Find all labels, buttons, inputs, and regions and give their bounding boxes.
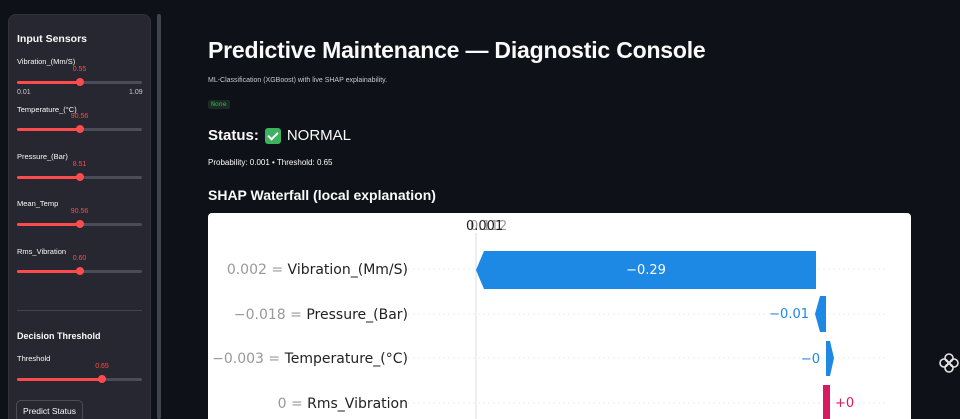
probability-line: Probability: 0.001 • Threshold: 0.65: [208, 158, 333, 167]
none-badge: None: [208, 100, 230, 109]
slider-temperature[interactable]: 90.56: [17, 113, 142, 135]
slider-label-temperature: Temperature_(°C): [17, 105, 77, 114]
slider-thumb[interactable]: [75, 125, 84, 133]
slider-value: 90.56: [70, 113, 89, 120]
page-title: Predictive Maintenance — Diagnostic Cons…: [208, 37, 706, 63]
slider-label-mean-temp: Mean_Temp: [17, 199, 59, 208]
slider-value: 0.65: [95, 363, 109, 370]
slider-thumb[interactable]: [75, 173, 84, 181]
shap-bar-label: −0.01: [769, 307, 809, 322]
inputs-title: Input Sensors: [17, 33, 88, 45]
slider-thumb[interactable]: [75, 267, 84, 275]
slider-value: 0.55: [72, 66, 87, 73]
shap-bar: [815, 296, 826, 332]
slider-fill: [17, 81, 80, 84]
shap-bar-label: −0: [801, 352, 820, 367]
shap-bar: [823, 385, 830, 419]
feature-label: 0 = Rms_Vibration: [278, 396, 408, 412]
slider-fill: [17, 270, 80, 273]
slider-value: 8.51: [72, 161, 87, 168]
shap-svg: 0.1120.0010.002 = Vibration_(Mm/S)−0.018…: [212, 219, 888, 419]
sidebar: Input Sensors Vibration_(Mm/S) 0.55 0.01…: [0, 0, 163, 419]
status-line: Status: NORMAL: [208, 127, 351, 144]
slider-label-vibration: Vibration_(Mm/S): [17, 57, 76, 66]
threshold-label: Threshold: [17, 354, 51, 363]
feature-label: −0.003 = Temperature_(°C): [212, 351, 408, 367]
shap-waterfall-chart: 0.112 0.001 0.002 = Vibration_(Mm/S) −0.018…: [208, 213, 911, 419]
slider-min: 0.01: [17, 89, 31, 96]
slider-threshold[interactable]: 0.65: [17, 363, 142, 385]
slider-vibration[interactable]: 0.55: [17, 66, 142, 88]
slider-mean-temp[interactable]: 90.56: [17, 208, 142, 230]
shap-title: SHAP Waterfall (local explanation): [208, 187, 436, 203]
slider-rms-vibration[interactable]: 0.60: [17, 255, 142, 277]
sidebar-divider: [17, 310, 142, 311]
slider-pressure[interactable]: 8.51: [17, 161, 142, 183]
slider-fill: [17, 176, 80, 179]
threshold-title: Decision Threshold: [17, 331, 101, 341]
top-label-fx: 0.001: [466, 219, 503, 234]
shap-bar-label: +0: [835, 396, 854, 411]
slider-value: 90.56: [70, 208, 89, 215]
slider-thumb[interactable]: [75, 78, 84, 86]
slider-label-rms-vibration: Rms_Vibration: [17, 247, 67, 256]
shap-bar-label: −0.29: [626, 263, 666, 278]
streamlit-logo-icon[interactable]: [938, 352, 960, 374]
slider-fill: [17, 378, 102, 381]
slider-fill: [17, 128, 80, 131]
sidebar-scrollbar[interactable]: [157, 14, 161, 419]
status-label: Status:: [208, 127, 259, 144]
feature-label: 0.002 = Vibration_(Mm/S): [227, 262, 408, 278]
check-icon: [264, 127, 281, 144]
feature-label: −0.018 = Pressure_(Bar): [234, 307, 408, 323]
slider-max: 1.09: [129, 89, 143, 96]
slider-thumb[interactable]: [98, 375, 106, 383]
status-value: NORMAL: [286, 127, 352, 144]
predict-status-button[interactable]: Predict Status: [16, 400, 83, 419]
shap-bar: [826, 341, 834, 376]
slider-value: 0.60: [72, 255, 87, 262]
slider-label-pressure: Pressure_(Bar): [17, 152, 68, 161]
slider-thumb[interactable]: [75, 220, 84, 228]
slider-fill: [17, 223, 80, 226]
app-root: Input Sensors Vibration_(Mm/S) 0.55 0.01…: [0, 0, 960, 419]
page-subtitle: ML-Classification (XGBoost) with live SH…: [208, 77, 388, 84]
